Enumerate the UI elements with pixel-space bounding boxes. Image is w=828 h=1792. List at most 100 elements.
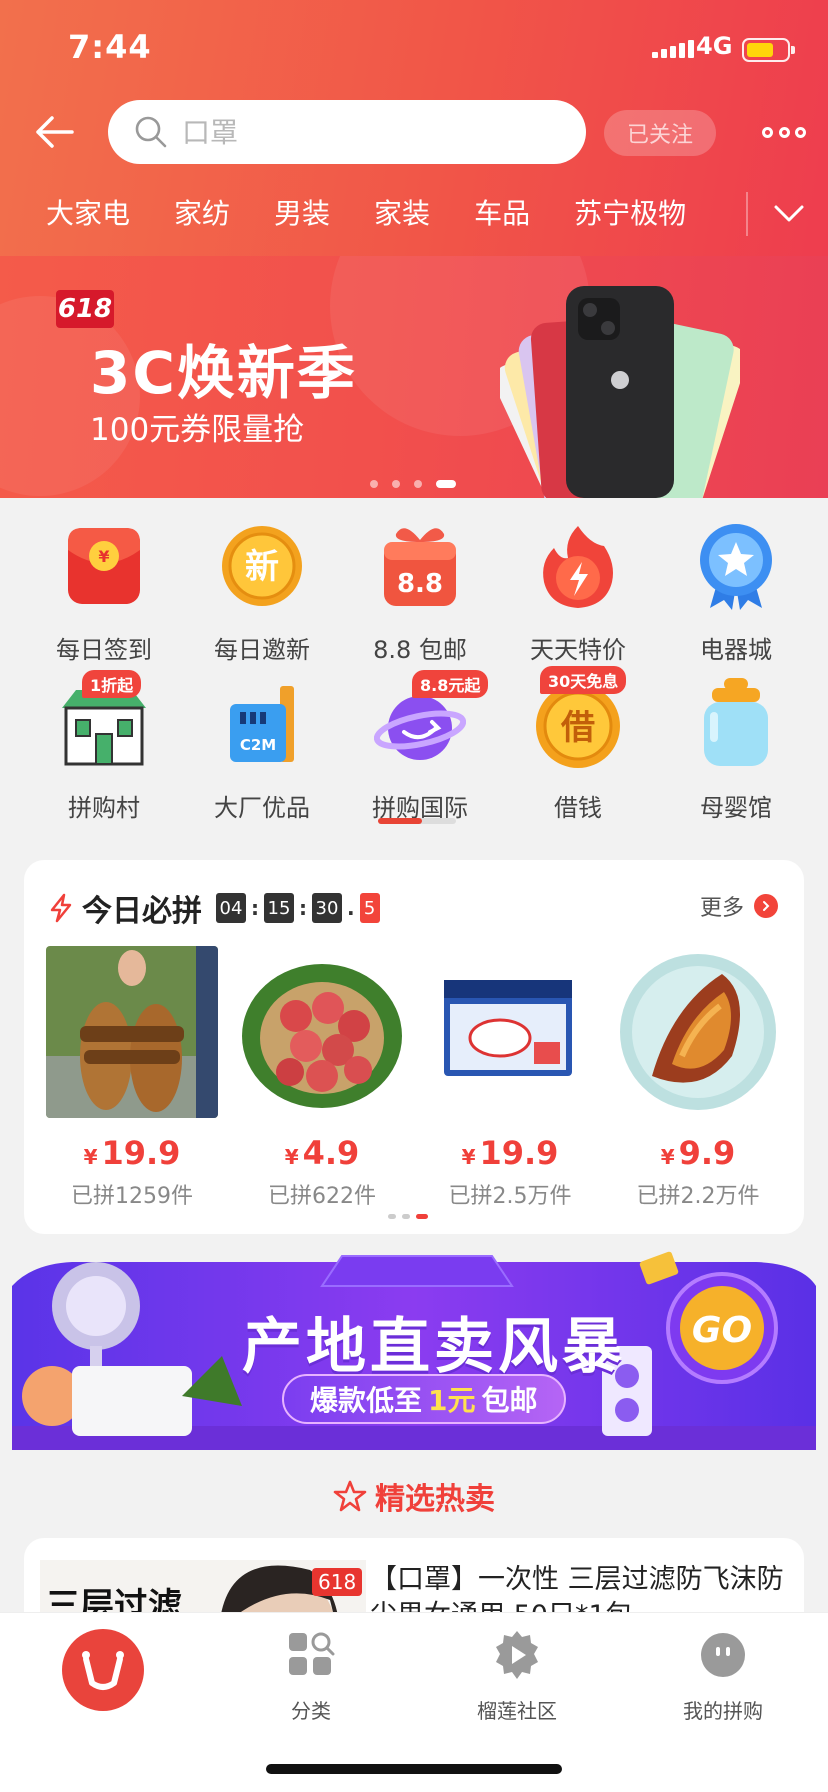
tab-community[interactable]: 榴莲社区 [452, 1629, 582, 1724]
hot-title: 精选热卖 [375, 1482, 495, 1517]
countdown-tenths: 5 [359, 893, 380, 923]
deal-item[interactable]: ¥4.9 已拼622件 [236, 946, 408, 1210]
grid-label: 拼购村 [68, 794, 140, 822]
search-bar[interactable] [108, 100, 586, 164]
grid-label: 大厂优品 [214, 794, 310, 822]
grid-item-free-shipping[interactable]: 8.8 8.8 包邮 [342, 520, 498, 665]
deal-price: ¥9.9 [660, 1134, 736, 1172]
tab-my-pingou[interactable]: 我的拼购 [658, 1629, 788, 1724]
grid-scroll-indicator [378, 818, 456, 824]
deal-price: ¥4.9 [284, 1134, 360, 1172]
category-tabs: 大家电 家纺 男装 家装 车品 苏宁极物 [0, 192, 750, 248]
grid-label: 电器城 [700, 636, 772, 664]
promo-pill: 爆款低至 1元 包邮 [282, 1374, 566, 1424]
carousel-dots [370, 480, 456, 488]
grid-badge: 30天免息 [540, 666, 627, 694]
follow-button[interactable]: 已关注 [604, 110, 716, 156]
home-logo-icon [82, 1651, 124, 1690]
deal-price: ¥19.9 [461, 1134, 559, 1172]
profile-face-icon [701, 1633, 745, 1677]
factory-text: C2M [240, 736, 276, 754]
baby-bottle-icon [704, 678, 768, 766]
sweet-potato-image [612, 946, 784, 1118]
tab-label: 我的拼购 [683, 1699, 763, 1723]
banner-tag: 618 [56, 290, 114, 328]
more-options-icon[interactable] [762, 120, 806, 144]
grid-item-appliance-mall[interactable]: 电器城 [658, 520, 814, 665]
grid-item-borrow[interactable]: 借 30天免息 借钱 [500, 666, 656, 823]
pill-text: 爆款低至 [310, 1384, 423, 1417]
phone-image [500, 286, 740, 498]
deal-sold-count: 已拼1259件 [71, 1184, 193, 1209]
deal-item[interactable]: ¥19.9 已拼1259件 [46, 946, 218, 1210]
network-label: 4G [696, 32, 733, 60]
star-badge-icon [700, 524, 772, 610]
tab-label: 分类 [291, 1699, 331, 1723]
countdown-minutes: 15 [264, 893, 294, 923]
chevron-right-icon [754, 894, 778, 918]
grid-label: 母婴馆 [700, 794, 772, 822]
grid-label: 每日签到 [56, 636, 152, 664]
grid-item-factory-goods[interactable]: C2M 大厂优品 [184, 678, 340, 823]
grid-item-pingou-village[interactable]: 1折起 拼购村 [26, 670, 182, 823]
category-tab[interactable]: 家纺 [174, 192, 230, 248]
svg-text:¥: ¥ [98, 547, 109, 566]
play-gear-icon [496, 1631, 538, 1679]
deal-sold-count: 已拼2.2万件 [636, 1184, 760, 1209]
coin-text: 借 [560, 708, 595, 748]
grid-label: 天天特价 [530, 636, 626, 664]
grid-item-invite[interactable]: 新 每日邀新 [184, 520, 340, 665]
status-bar: 7:44 4G [0, 0, 828, 100]
sandals-image [46, 946, 218, 1118]
deal-sold-count: 已拼622件 [268, 1184, 376, 1209]
deal-sold-count: 已拼2.5万件 [448, 1184, 572, 1209]
detergent-image [424, 946, 596, 1118]
new-coin-icon: 新 [222, 526, 302, 606]
origin-sale-banner[interactable]: GO 产地直卖风暴 爆款低至 1元 包邮 [12, 1246, 816, 1450]
back-arrow-icon[interactable] [30, 108, 78, 156]
deals-more-button[interactable]: 更多 [700, 890, 778, 922]
grid-label: 每日邀新 [214, 636, 310, 664]
grid-item-maternity[interactable]: 母婴馆 [658, 678, 814, 823]
category-tab[interactable]: 男装 [274, 192, 330, 248]
banner-subtitle: 100元券限量抢 [90, 412, 305, 448]
grid-badge: 1折起 [82, 670, 142, 698]
tab-home[interactable] [62, 1629, 144, 1711]
more-label: 更多 [699, 896, 744, 921]
status-time: 7:44 [68, 28, 152, 66]
hot-picks-heading: 精选热卖 [0, 1474, 828, 1518]
grid-item-daily-signin[interactable]: ¥ 每日签到 [26, 520, 182, 665]
search-icon [135, 116, 167, 148]
grid-item-daily-special[interactable]: 天天特价 [500, 520, 656, 665]
daily-deals-card: 今日必拼 04 : 15 : 30 . 5 更多 ¥ 19.9 已拼1259件 … [24, 860, 804, 1234]
grid-label: 借钱 [554, 794, 602, 822]
tab-label: 榴莲社区 [477, 1699, 557, 1723]
banner-title: 3C焕新季 [90, 339, 357, 407]
factory-icon: C2M [230, 686, 294, 762]
deal-item[interactable]: ¥19.9 已拼2.5万件 [424, 946, 596, 1210]
coin-text: 新 [245, 547, 279, 587]
deal-price: ¥19.9 [83, 1134, 181, 1172]
lightning-icon [50, 893, 72, 923]
deal-items: ¥19.9 已拼1259件 ¥4.9 已拼622件 ¥ 19.9 已拼2.5万件… [46, 946, 786, 1209]
category-tab[interactable]: 车品 [474, 192, 530, 248]
deals-page-dots [388, 1214, 428, 1219]
product-tag: 618 [312, 1568, 363, 1596]
tab-categories[interactable]: 分类 [246, 1629, 376, 1724]
signal-icon [652, 38, 694, 58]
promo-banner[interactable]: 618 3C焕新季 100元券限量抢 [0, 256, 828, 498]
countdown-hours: 04 [216, 893, 246, 923]
deal-item[interactable]: ¥9.9 已拼2.2万件 [612, 946, 784, 1210]
category-tab[interactable]: 苏宁极物 [574, 192, 686, 248]
grid-label: 8.8 包邮 [373, 636, 467, 664]
category-tab[interactable]: 大家电 [46, 192, 130, 248]
chevron-down-icon[interactable] [772, 198, 806, 228]
countdown-seconds: 30 [312, 893, 342, 923]
promo-title: 产地直卖风暴 [242, 1312, 626, 1382]
grid-item-pingou-international[interactable]: 8.8元起 拼购国际 [342, 670, 498, 823]
search-input[interactable] [182, 115, 542, 149]
pill-text: 包邮 [481, 1384, 538, 1417]
category-tab[interactable]: 家装 [374, 192, 430, 248]
go-text: GO [692, 1310, 752, 1351]
gift-box-icon: 8.8 [384, 528, 456, 606]
